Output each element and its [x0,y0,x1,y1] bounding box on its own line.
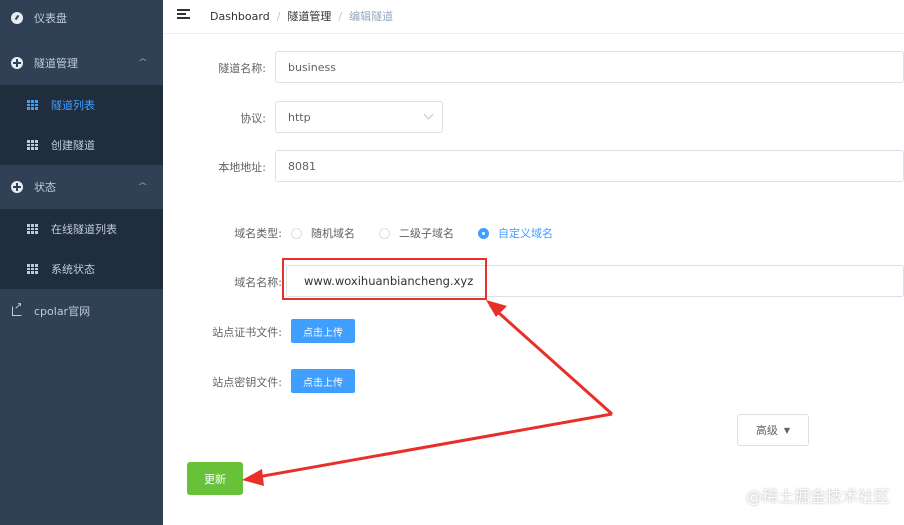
advanced-label: 高级 [755,424,778,437]
radio-custom-domain[interactable]: 自定义域名 [478,225,553,241]
breadcrumb-edit-tunnel: 编辑隧道 [349,10,394,23]
sidebar-item-system-status[interactable]: 系统状态 [0,249,163,289]
update-button[interactable]: 更新 [187,462,243,495]
watermark: @稀土掘金技术社区 [745,487,890,506]
protocol-label: 协议: [240,112,266,125]
sidebar-item-online-tunnels[interactable]: 在线隧道列表 [0,209,163,249]
external-link-icon [11,301,23,317]
upload-cert-button[interactable]: 点击上传 [291,319,355,343]
grid-icon [26,263,38,275]
domain-name-label: 域名名称: [234,276,282,289]
tunnel-name-input[interactable]: business [275,51,904,83]
grid-icon [26,99,38,111]
annotation-arrow-line-1 [489,303,613,416]
sidebar-item-cpolar-site[interactable]: cpolar官网 [0,291,163,331]
sidebar-item-tunnel-management[interactable]: 隧道管理 ^ [0,43,163,83]
dashboard-icon [11,12,23,24]
chevron-down-icon [423,109,434,120]
tunnel-name-label: 隧道名称: [218,62,266,75]
annotation-highlight-box [282,258,487,300]
breadcrumb-separator: / [276,9,281,23]
local-address-input[interactable]: 8081 [275,150,904,182]
upload-key-button[interactable]: 点击上传 [291,369,355,393]
sidebar: 仪表盘 隧道管理 ^ 隧道列表 创建隧道 状态 ^ 在线隧道列表 系统状态 cp… [0,0,163,525]
sidebar-item-label: 在线隧道列表 [51,223,117,236]
radio-circle-icon [379,227,390,239]
sidebar-item-label: 系统状态 [51,263,95,276]
local-address-label: 本地地址: [218,161,266,174]
cert-file-label: 站点证书文件: [212,326,282,339]
sidebar-item-label: 创建隧道 [51,139,95,152]
domain-type-label: 域名类型: [234,227,282,240]
radio-random-domain[interactable]: 随机域名 [291,225,355,241]
caret-down-icon: ▼ [783,425,791,435]
grid-icon [26,223,38,235]
advanced-dropdown-button[interactable]: 高级 ▼ [737,414,809,446]
radio-label: 二级子域名 [399,227,454,240]
chevron-up-icon: ^ [137,182,149,192]
protocol-value: http [288,110,311,124]
radio-label: 自定义域名 [498,227,553,240]
annotation-arrowhead-2 [242,469,264,486]
sidebar-item-label: 仪表盘 [34,12,67,25]
annotation-arrowhead-1 [486,300,507,317]
grid-icon [26,139,38,151]
breadcrumb-separator: / [338,9,343,23]
radio-circle-icon [291,227,302,239]
key-file-label: 站点密钥文件: [212,376,282,389]
protocol-select[interactable]: http [275,101,443,133]
breadcrumb-tunnel-management[interactable]: 隧道管理 [287,8,331,24]
radio-subdomain[interactable]: 二级子域名 [379,225,454,241]
sidebar-item-create-tunnel[interactable]: 创建隧道 [0,125,163,165]
sidebar-item-label: 隧道管理 [34,57,78,70]
top-bar: Dashboard / 隧道管理 / 编辑隧道 [163,0,904,34]
hamburger-icon[interactable] [177,9,190,20]
breadcrumb: Dashboard / 隧道管理 / 编辑隧道 [210,8,393,24]
sidebar-item-tunnel-list[interactable]: 隧道列表 [0,85,163,125]
breadcrumb-dashboard[interactable]: Dashboard [210,10,270,23]
sidebar-item-label: 状态 [34,181,56,194]
sidebar-item-label: 隧道列表 [51,99,95,112]
annotation-arrow-line-2 [251,412,613,480]
radio-label: 随机域名 [311,227,355,240]
sidebar-item-status[interactable]: 状态 ^ [0,167,163,207]
sidebar-item-dashboard[interactable]: 仪表盘 [0,0,163,36]
chevron-up-icon: ^ [137,58,149,68]
plus-circle-icon [11,57,23,69]
radio-checked-icon [478,227,489,239]
sidebar-item-label: cpolar官网 [34,305,91,318]
plus-circle-icon [11,181,23,193]
